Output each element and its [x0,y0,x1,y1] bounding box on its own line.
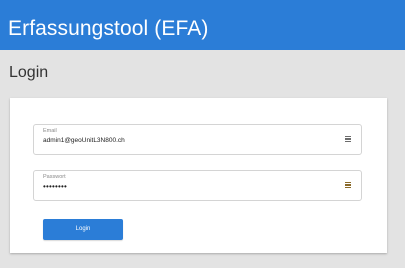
page-title: Login [9,64,49,81]
app-header: Erfassungstool (EFA) [0,0,405,50]
email-value[interactable]: admin1@geoUnitL3N800.ch [43,137,125,144]
key-list-icon[interactable] [345,136,351,142]
login-button[interactable]: Login [43,219,123,240]
email-field[interactable]: Email admin1@geoUnitL3N800.ch [33,124,362,155]
email-label: Email [43,128,57,134]
key-list-icon[interactable] [345,182,351,188]
password-field[interactable]: Passwort •••••••• [33,170,362,201]
password-value[interactable]: •••••••• [43,182,67,191]
password-label: Passwort [43,174,66,180]
app-title: Erfassungstool (EFA) [8,17,209,40]
